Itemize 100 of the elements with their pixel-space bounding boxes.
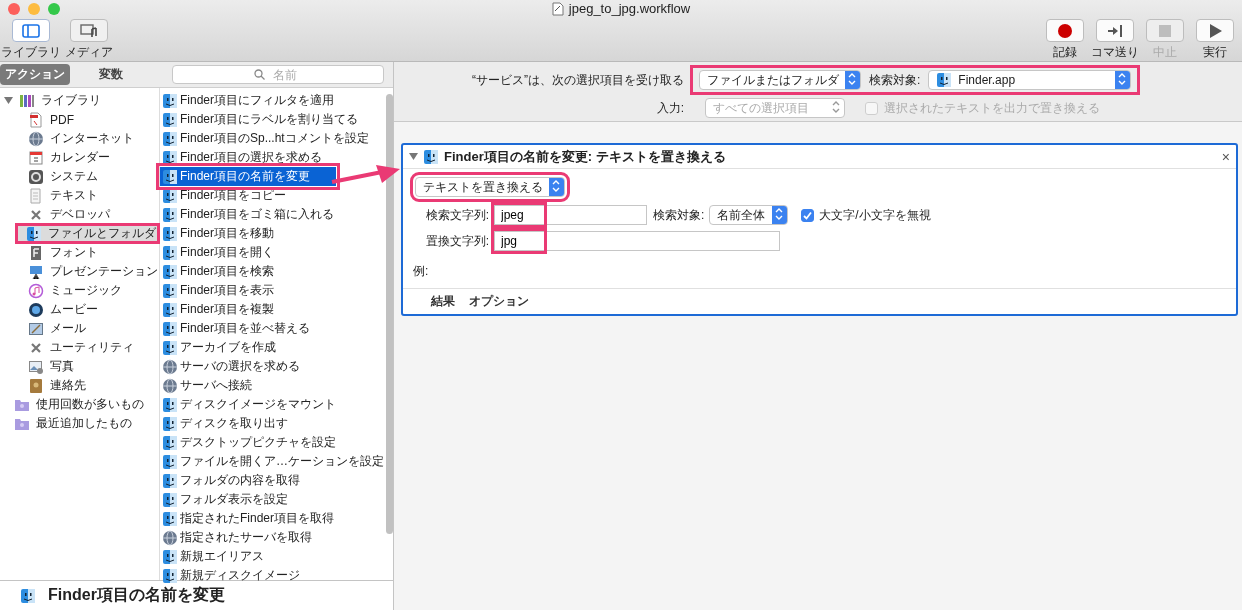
example-label: 例: xyxy=(413,263,430,280)
action-item[interactable]: Finder項目をゴミ箱に入れる xyxy=(160,205,384,224)
mail-icon xyxy=(28,320,44,337)
search-icon xyxy=(254,69,265,80)
category-item[interactable]: PDF xyxy=(0,110,159,129)
checkbox-label: 大文字/小文字を無視 xyxy=(819,206,931,224)
action-item[interactable]: Finder項目を移動 xyxy=(160,224,384,243)
category-item[interactable]: テキスト xyxy=(0,186,159,205)
action-item[interactable]: サーバへ接続 xyxy=(160,376,384,395)
globe-icon xyxy=(162,529,178,546)
text-field[interactable]: jpg xyxy=(494,231,780,251)
category-item[interactable]: メール xyxy=(0,319,159,338)
category-item[interactable]: デベロッパ xyxy=(0,205,159,224)
action-item[interactable]: 新規エイリアス xyxy=(160,547,384,566)
action-item[interactable]: 指定されたFinder項目を取得 xyxy=(160,509,384,528)
category-label: PDF xyxy=(50,112,74,127)
action-item[interactable]: Finder項目を複製 xyxy=(160,300,384,319)
toolbar-button[interactable] xyxy=(12,19,50,42)
field-label: 検索対象: xyxy=(869,71,921,89)
action-label: Finder項目を検索 xyxy=(180,263,274,280)
field-label: 検索文字列: xyxy=(424,206,489,224)
category-item[interactable]: ユーティリティ xyxy=(0,338,159,357)
stop-icon xyxy=(1157,22,1173,39)
action-label: 新規ディスクイメージ xyxy=(180,567,300,584)
action-item[interactable]: フォルダ表示を設定 xyxy=(160,490,384,509)
scrollbar-thumb[interactable] xyxy=(386,94,393,534)
action-item[interactable]: Finder項目を開く xyxy=(160,243,384,262)
action-item[interactable]: Finder項目をコピー xyxy=(160,186,384,205)
window-title: jpeg_to_jpg.workflow xyxy=(568,1,691,16)
close-button[interactable]: × xyxy=(1221,148,1230,165)
close-window-icon[interactable] xyxy=(8,3,20,15)
category-label: カレンダー xyxy=(50,149,110,166)
checkbox[interactable] xyxy=(801,208,815,222)
action-item[interactable]: デスクトップピクチャを設定 xyxy=(160,433,384,452)
action-item[interactable]: Finder項目のSp...htコメントを設定 xyxy=(160,129,384,148)
toolbar-label: 記録 xyxy=(1053,44,1077,61)
action-label: Finder項目を並べ替える xyxy=(180,320,310,337)
category-label: ミュージック xyxy=(50,282,122,299)
action-item[interactable]: Finder項目を表示 xyxy=(160,281,384,300)
field-label: 置換文字列: xyxy=(424,232,489,250)
action-item[interactable]: Finder項目にラベルを割り当てる xyxy=(160,110,384,129)
category-item[interactable]: ムービー xyxy=(0,300,159,319)
category-item[interactable]: カレンダー xyxy=(0,148,159,167)
action-item[interactable]: 指定されたサーバを取得 xyxy=(160,528,384,547)
category-label: プレゼンテーション xyxy=(50,263,158,280)
action-label: フォルダの内容を取得 xyxy=(180,472,300,489)
action-label: Finder項目を表示 xyxy=(180,282,274,299)
disclosure-triangle-icon[interactable] xyxy=(409,152,418,161)
action-item[interactable]: ディスクを取り出す xyxy=(160,414,384,433)
action-label: 新規エイリアス xyxy=(180,548,264,565)
text-field[interactable]: jpeg xyxy=(494,205,647,225)
receives-popup[interactable]: ファイルまたはフォルダ xyxy=(699,70,861,90)
tab[interactable]: オプション xyxy=(469,293,529,310)
smiley-icon xyxy=(26,225,42,242)
tab[interactable]: 変数 xyxy=(76,64,146,85)
toolbar-button[interactable] xyxy=(1196,19,1234,42)
application-popup[interactable]: Finder.app xyxy=(928,70,1132,90)
category-item[interactable]: ライブラリ xyxy=(0,91,159,110)
category-item[interactable]: 連絡先 xyxy=(0,376,159,395)
action-item[interactable]: 新規ディスクイメージ xyxy=(160,566,384,585)
scope-popup[interactable]: 名前全体 xyxy=(709,205,789,225)
smiley-icon xyxy=(936,72,953,88)
toolbar-button[interactable] xyxy=(1046,19,1084,42)
category-label: ムービー xyxy=(50,301,98,318)
category-item[interactable]: システム xyxy=(0,167,159,186)
smiley-icon xyxy=(162,130,178,147)
tab[interactable]: 結果 xyxy=(431,293,455,310)
action-item[interactable]: Finder項目を並べ替える xyxy=(160,319,384,338)
smiley-icon xyxy=(162,453,178,470)
smiley-icon xyxy=(162,168,178,185)
smiley-icon xyxy=(162,396,178,413)
play-icon xyxy=(1207,22,1223,39)
media-icon xyxy=(79,22,99,39)
category-item[interactable]: フォント xyxy=(0,243,159,262)
action-item[interactable]: ディスクイメージをマウント xyxy=(160,395,384,414)
action-item[interactable]: ファイルを開くア…ケーションを設定 xyxy=(160,452,384,471)
toolbar-button[interactable] xyxy=(70,19,108,42)
chevron-icon xyxy=(1115,71,1131,89)
document-icon xyxy=(28,187,44,204)
action-item[interactable]: Finder項目にフィルタを適用 xyxy=(160,91,384,110)
category-item[interactable]: 写真 xyxy=(0,357,159,376)
action-item[interactable]: Finder項目を検索 xyxy=(160,262,384,281)
search-field[interactable]: 名前 xyxy=(172,65,384,84)
tab[interactable]: アクション xyxy=(0,64,70,85)
music-note-icon xyxy=(28,282,44,299)
category-item[interactable]: 使用回数が多いもの xyxy=(0,395,159,414)
action-item[interactable]: フォルダの内容を取得 xyxy=(160,471,384,490)
action-item[interactable]: サーバの選択を求める xyxy=(160,357,384,376)
action-item[interactable]: Finder項目の選択を求める xyxy=(160,148,384,167)
smiley-icon xyxy=(162,434,178,451)
category-item[interactable]: プレゼンテーション xyxy=(0,262,159,281)
smiley-icon xyxy=(162,472,178,489)
category-item[interactable]: ミュージック xyxy=(0,281,159,300)
category-item[interactable]: インターネット xyxy=(0,129,159,148)
category-item[interactable]: ファイルとフォルダ xyxy=(16,224,159,243)
smiley-icon xyxy=(162,510,178,527)
disclosure-triangle-icon[interactable] xyxy=(4,96,13,105)
action-item[interactable]: アーカイブを作成 xyxy=(160,338,384,357)
category-item[interactable]: 最近追加したもの xyxy=(0,414,159,433)
toolbar-button[interactable] xyxy=(1096,19,1134,42)
